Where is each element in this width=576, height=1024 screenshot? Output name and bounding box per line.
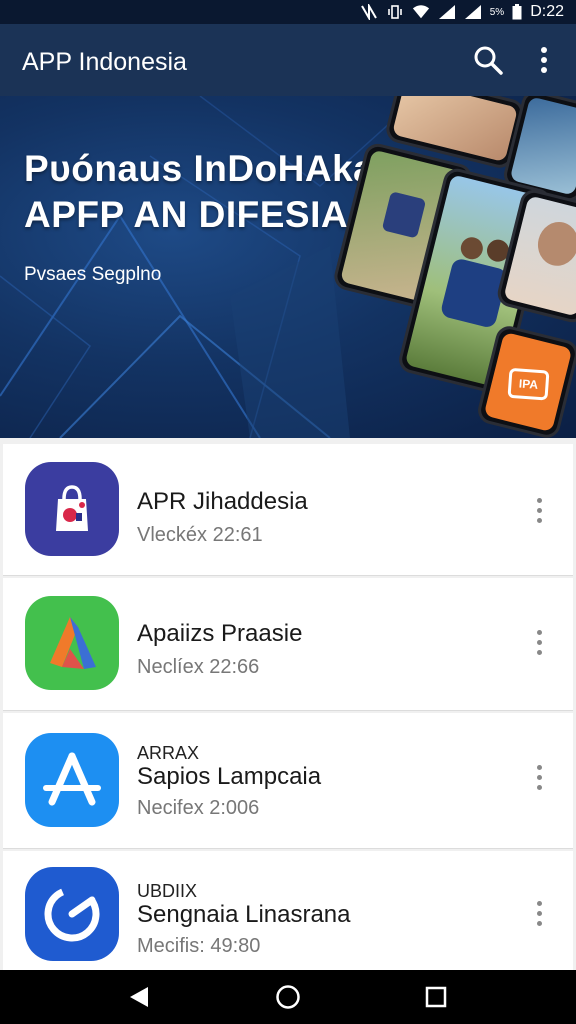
search-button[interactable] — [468, 40, 508, 80]
banner-title-line1: Pυónaus InDoHAka — [24, 148, 375, 189]
wifi-icon — [412, 5, 429, 19]
banner-subtitle: Pvsaes Segplno — [24, 264, 162, 285]
orange-app-badge: IPA — [507, 367, 550, 401]
app-name: Apaiizs Praasie — [137, 620, 303, 647]
item-more-button[interactable] — [525, 622, 553, 662]
dot-icon — [536, 507, 542, 513]
app-store-icon — [43, 752, 101, 806]
item-more-button[interactable] — [525, 893, 553, 933]
banner-title: Pυónaus InDoHAka APFP AN DIFESIA — [24, 146, 374, 238]
item-more-button[interactable] — [525, 757, 553, 797]
dot-icon — [536, 900, 542, 906]
dot-icon — [536, 774, 542, 780]
status-bar: 5% D:22 — [0, 0, 576, 24]
search-icon — [474, 46, 503, 75]
dot-icon — [536, 497, 542, 503]
signal-icon — [464, 5, 481, 19]
dot-icon — [536, 764, 542, 770]
app-list: APR Jihaddesia Vleckéx 22:61 Apaiizs Pra… — [0, 438, 576, 970]
overflow-menu-button[interactable] — [524, 40, 564, 80]
app-icon — [25, 733, 119, 827]
vibrate-icon — [387, 5, 402, 19]
recents-button[interactable] — [421, 982, 451, 1012]
app-icon — [25, 462, 119, 556]
app-meta: Mecifis: 49:80 — [137, 935, 261, 957]
dot-icon — [536, 629, 542, 635]
triangle-logo-icon — [50, 617, 96, 669]
more-vert-icon — [541, 47, 547, 73]
item-more-button[interactable] — [525, 490, 553, 530]
nfc-icon — [360, 4, 377, 20]
app-icon — [25, 867, 119, 961]
home-button[interactable] — [273, 982, 303, 1012]
list-item[interactable]: ARRAX Sapios Lampcaia Necifex 2:006 — [3, 713, 573, 849]
app-tag: ARRAX — [137, 743, 200, 763]
banner-title-line2: APFP AN DIFESIA — [24, 194, 349, 235]
home-icon — [276, 985, 300, 1009]
navigation-bar — [0, 970, 576, 1024]
list-item[interactable]: UBDIIX Sengnaia Linasrana Mecifis: 49:80 — [3, 851, 573, 970]
dot-icon — [536, 910, 542, 916]
signal-icon — [438, 5, 455, 19]
list-item[interactable]: APR Jihaddesia Vleckéx 22:61 — [3, 444, 573, 576]
back-button[interactable] — [124, 982, 154, 1012]
dot-icon — [536, 784, 542, 790]
dot-icon — [536, 517, 542, 523]
app-meta: Necifex 2:006 — [137, 797, 260, 819]
dot-icon — [536, 920, 542, 926]
back-icon — [130, 987, 148, 1007]
app-meta: Vleckéx 22:61 — [137, 524, 263, 546]
app-tag: UBDIIX — [137, 881, 198, 901]
shopping-bag-icon — [56, 485, 88, 531]
app-icon — [25, 596, 119, 690]
app-name: Sengnaia Linasrana — [137, 901, 351, 928]
app-title: APP Indonesia — [22, 48, 187, 76]
app-name: APR Jihaddesia — [137, 488, 308, 515]
refresh-g-icon — [44, 886, 100, 942]
battery-percent: 5% — [489, 6, 505, 18]
app-meta: Neclíex 22:66 — [137, 656, 260, 678]
recents-icon — [425, 986, 447, 1008]
battery-icon — [512, 4, 522, 20]
status-icons: 5% D:22 — [360, 2, 564, 22]
promo-banner[interactable]: Pυónaus InDoHAka APFP AN DIFESIA Pvsaes … — [0, 96, 576, 438]
dot-icon — [536, 649, 542, 655]
list-item[interactable]: Apaiizs Praasie Neclíex 22:66 — [3, 578, 573, 711]
app-bar: APP Indonesia — [0, 24, 576, 96]
app-name: Sapios Lampcaia — [137, 763, 322, 790]
status-time: D:22 — [530, 3, 564, 20]
dot-icon — [536, 639, 542, 645]
